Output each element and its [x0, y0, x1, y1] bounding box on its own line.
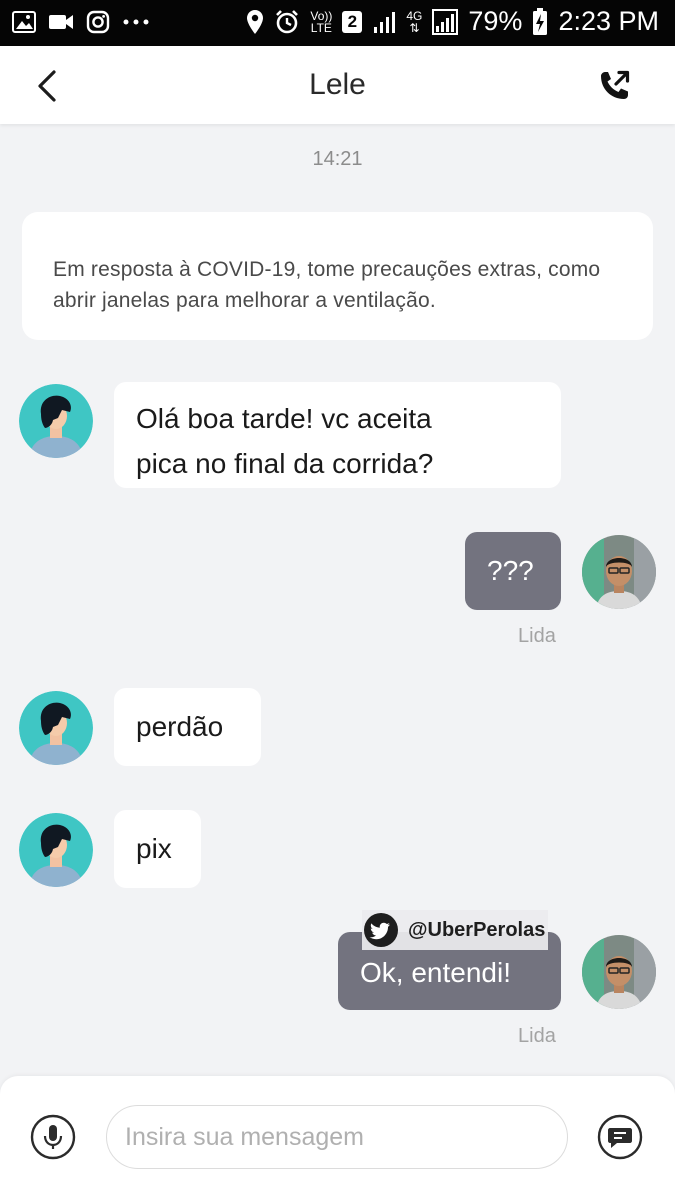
signal-icon [374, 11, 396, 33]
network-type: 4G ⇅ [406, 10, 422, 34]
message-text: ??? [487, 555, 534, 586]
outgoing-call-icon[interactable] [597, 68, 633, 104]
volte-top-label: Vo)) [310, 8, 333, 23]
watermark-handle: @UberPerolas [408, 918, 546, 941]
contact-name: Lele [309, 68, 366, 101]
twitter-bird-icon [364, 913, 398, 947]
battery-charging-icon [533, 7, 548, 35]
sim-number: 2 [347, 11, 358, 31]
person-avatar-icon [19, 691, 93, 765]
volte-bottom-label: LTE [310, 20, 332, 35]
person-avatar-icon [19, 813, 93, 887]
message-text: perdão [136, 711, 224, 742]
incoming-message-bubble: perdão [114, 688, 261, 766]
sim-badge: 2 [342, 10, 363, 33]
quick-reply-icon[interactable] [597, 1114, 643, 1160]
microphone-icon[interactable] [30, 1114, 76, 1160]
volte-indicator: Vo)) LTE [310, 10, 332, 34]
clock: 2:23 PM [558, 6, 659, 36]
message-composer [0, 1076, 675, 1200]
message-input[interactable] [106, 1105, 568, 1169]
battery-percent: 79% [468, 6, 523, 36]
message-text-line: pica no final da corrida? [136, 448, 434, 479]
incoming-message-bubble: Olá boa tarde! vc aceita pica no final d… [114, 382, 561, 488]
status-bar: Vo)) LTE 2 4G ⇅ 79% 2:23 PM [0, 0, 675, 46]
message-text: pix [136, 833, 172, 864]
data-arrows-icon: ⇅ [409, 20, 420, 35]
user-avatar-photo[interactable] [582, 535, 656, 609]
location-icon [247, 9, 264, 34]
twitter-watermark: @UberPerolas [362, 910, 548, 950]
driver-avatar[interactable] [19, 813, 93, 887]
alarm-icon [276, 9, 299, 33]
instagram-icon [86, 10, 110, 34]
chat-timestamp: 14:21 [312, 148, 363, 170]
person-avatar-icon [19, 384, 93, 458]
video-camera-icon [49, 15, 73, 29]
incoming-message-bubble: pix [114, 810, 201, 888]
outgoing-message-bubble: ??? [465, 532, 561, 610]
gallery-icon [12, 11, 36, 33]
driver-avatar[interactable] [19, 384, 93, 458]
driver-avatar[interactable] [19, 691, 93, 765]
message-text-line: Olá boa tarde! vc aceita [136, 403, 432, 434]
safety-notice-card: Em resposta à COVID-19, tome precauções … [22, 212, 653, 340]
message-text: Ok, entendi! [360, 957, 511, 988]
chat-header: Lele [0, 46, 675, 124]
user-photo-icon [582, 535, 656, 609]
more-notifications-icon [123, 19, 149, 25]
user-avatar-photo[interactable] [582, 935, 656, 1009]
safety-notice-text: Em resposta à COVID-19, tome precauções … [53, 258, 601, 312]
read-receipt: Lida [518, 625, 556, 647]
read-receipt: Lida [518, 1025, 556, 1047]
user-photo-icon [582, 935, 656, 1009]
signal-icon-2 [432, 8, 459, 35]
network-label: 4G [406, 8, 423, 23]
